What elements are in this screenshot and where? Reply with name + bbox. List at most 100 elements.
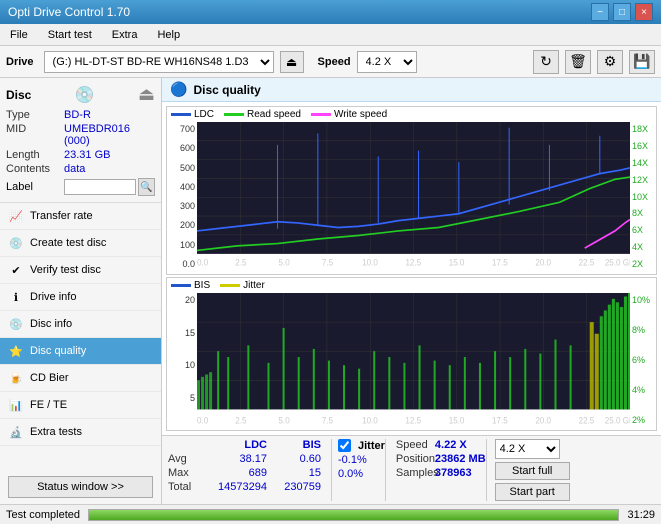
disc-label-input[interactable] <box>64 179 136 195</box>
disc-section: Disc 💿 ⏏ Type BD-R MID UMEBDR016 (000) L… <box>0 78 161 203</box>
sidebar-item-cd-bier[interactable]: 🍺 CD Bier <box>0 365 161 392</box>
speed-select-toolbar[interactable]: 4.2 X <box>357 51 417 73</box>
content-area: 🔵 Disc quality LDC Read speed <box>162 78 661 504</box>
top-chart-wrapper: LDC Read speed Write speed 700 600 <box>166 106 657 275</box>
close-button[interactable]: × <box>635 3 653 21</box>
position-row: Position 23862 MB <box>396 453 486 465</box>
jitter-checkbox[interactable] <box>338 439 351 452</box>
disc-info-icon: 💿 <box>8 316 24 332</box>
app-title: Opti Drive Control 1.70 <box>8 5 130 19</box>
settings-button[interactable]: ⚙ <box>597 50 623 74</box>
bottom-legend: BIS Jitter <box>167 278 656 293</box>
svg-text:12.5: 12.5 <box>405 257 421 268</box>
stats-avg-label: Avg <box>168 453 203 465</box>
sidebar-item-verify-test-disc[interactable]: ✔ Verify test disc <box>0 257 161 284</box>
stats-bis-header: BIS <box>271 439 321 451</box>
sidebar-item-disc-info[interactable]: 💿 Disc info <box>0 311 161 338</box>
svg-text:12.5: 12.5 <box>405 415 421 426</box>
stats-max-ldc: 689 <box>207 467 267 479</box>
disc-quality-title: Disc quality <box>193 83 260 97</box>
jitter-avg-row: -0.1% <box>338 454 385 466</box>
disc-label-label: Label <box>6 181 64 193</box>
svg-text:10.0: 10.0 <box>362 415 378 426</box>
erase-button[interactable]: 🗑 <box>565 50 591 74</box>
svg-text:15.0: 15.0 <box>449 257 465 268</box>
save-button[interactable]: 💾 <box>629 50 655 74</box>
progress-container <box>88 509 619 521</box>
jitter-legend-item: Jitter <box>220 280 265 291</box>
disc-quality-icon: ⭐ <box>8 343 24 359</box>
sidebar: Disc 💿 ⏏ Type BD-R MID UMEBDR016 (000) L… <box>0 78 162 504</box>
refresh-button[interactable]: ↻ <box>533 50 559 74</box>
menu-help[interactable]: Help <box>151 27 186 43</box>
sidebar-item-drive-info[interactable]: ℹ Drive info <box>0 284 161 311</box>
bis-legend-label: BIS <box>194 280 210 291</box>
transfer-rate-icon: 📈 <box>8 208 24 224</box>
nav-items: 📈 Transfer rate 💿 Create test disc ✔ Ver… <box>0 203 161 446</box>
sidebar-item-extra-tests[interactable]: 🔬 Extra tests <box>0 419 161 446</box>
speed-select-stats[interactable]: 4.2 X <box>495 439 560 459</box>
sidebar-label-cd-bier: CD Bier <box>30 372 69 384</box>
write-speed-legend-label: Write speed <box>334 109 387 120</box>
speed-label: Speed <box>318 56 351 68</box>
drive-label: Drive <box>6 56 34 68</box>
disc-title: Disc <box>6 88 31 102</box>
status-bar: Test completed 31:29 <box>0 504 661 524</box>
svg-text:7.5: 7.5 <box>322 257 333 268</box>
sidebar-label-extra-tests: Extra tests <box>30 426 82 438</box>
menu-bar: File Start test Extra Help <box>0 24 661 46</box>
top-yaxis-right: 18X 16X 14X 12X 10X 8X 6X 4X 2X <box>630 122 656 271</box>
jitter-header-row: Jitter <box>338 439 385 452</box>
bottom-chart-wrapper: BIS Jitter 20 15 10 5 <box>166 277 657 431</box>
bottom-yaxis-right: 10% 8% 6% 4% 2% <box>630 293 656 427</box>
speed-row: Speed 4.22 X <box>396 439 486 451</box>
disc-quality-header: 🔵 Disc quality <box>162 78 661 102</box>
read-speed-legend-item: Read speed <box>224 109 301 120</box>
progress-bar <box>89 510 618 520</box>
svg-text:0.0: 0.0 <box>197 415 208 426</box>
disc-contents-value: data <box>64 163 85 175</box>
cd-bier-icon: 🍺 <box>8 370 24 386</box>
sidebar-item-disc-quality[interactable]: ⭐ Disc quality <box>0 338 161 365</box>
sidebar-label-drive-info: Drive info <box>30 291 76 303</box>
disc-mid-value: UMEBDR016 (000) <box>64 123 155 147</box>
menu-file[interactable]: File <box>4 27 34 43</box>
eject-button[interactable]: ⏏ <box>280 51 304 73</box>
disc-icon: 💿 <box>75 85 95 105</box>
position-val: 23862 MB <box>435 453 486 465</box>
status-window-button[interactable]: Status window >> <box>8 476 153 498</box>
menu-start-test[interactable]: Start test <box>42 27 98 43</box>
read-speed-legend-label: Read speed <box>247 109 301 120</box>
sidebar-item-create-test-disc[interactable]: 💿 Create test disc <box>0 230 161 257</box>
stats-total-row: Total 14573294 230759 <box>168 481 321 493</box>
stats-ldc-bis-col: LDC BIS Avg 38.17 0.60 Max 689 15 Total … <box>168 439 331 501</box>
sidebar-item-transfer-rate[interactable]: 📈 Transfer rate <box>0 203 161 230</box>
bottom-chart-svg: 0.0 2.5 5.0 7.5 10.0 12.5 15.0 17.5 20.0… <box>197 293 630 427</box>
sidebar-label-disc-info: Disc info <box>30 318 72 330</box>
stats-jitter-col: Jitter -0.1% 0.0% <box>331 439 385 501</box>
jitter-header-label: Jitter <box>358 440 385 452</box>
samples-row: Samples 378963 <box>396 467 486 479</box>
samples-val: 378963 <box>435 467 472 479</box>
disc-label-button[interactable]: 🔍 <box>138 178 155 196</box>
start-full-button[interactable]: Start full <box>495 462 570 480</box>
sidebar-label-verify-test-disc: Verify test disc <box>30 264 101 276</box>
sidebar-item-fe-te[interactable]: 📊 FE / TE <box>0 392 161 419</box>
stats-header-row: LDC BIS <box>168 439 321 451</box>
start-part-button[interactable]: Start part <box>495 483 570 501</box>
svg-text:15.0: 15.0 <box>449 415 465 426</box>
drive-select[interactable]: (G:) HL-DT-ST BD-RE WH16NS48 1.D3 <box>44 51 274 73</box>
disc-contents-label: Contents <box>6 163 64 175</box>
menu-extra[interactable]: Extra <box>106 27 144 43</box>
create-test-disc-icon: 💿 <box>8 235 24 251</box>
sidebar-label-fe-te: FE / TE <box>30 399 67 411</box>
top-chart-svg-container: 0.0 2.5 5.0 7.5 10.0 12.5 15.0 17.5 20.0… <box>197 122 630 271</box>
stats-total-ldc: 14573294 <box>207 481 267 493</box>
jitter-max-val: 0.0% <box>338 468 363 480</box>
maximize-button[interactable]: □ <box>613 3 631 21</box>
svg-text:22.5: 22.5 <box>579 415 595 426</box>
minimize-button[interactable]: − <box>591 3 609 21</box>
disc-mid-row: MID UMEBDR016 (000) <box>6 123 155 147</box>
svg-text:25.0 GB: 25.0 GB <box>605 257 630 268</box>
samples-label: Samples <box>396 467 431 479</box>
